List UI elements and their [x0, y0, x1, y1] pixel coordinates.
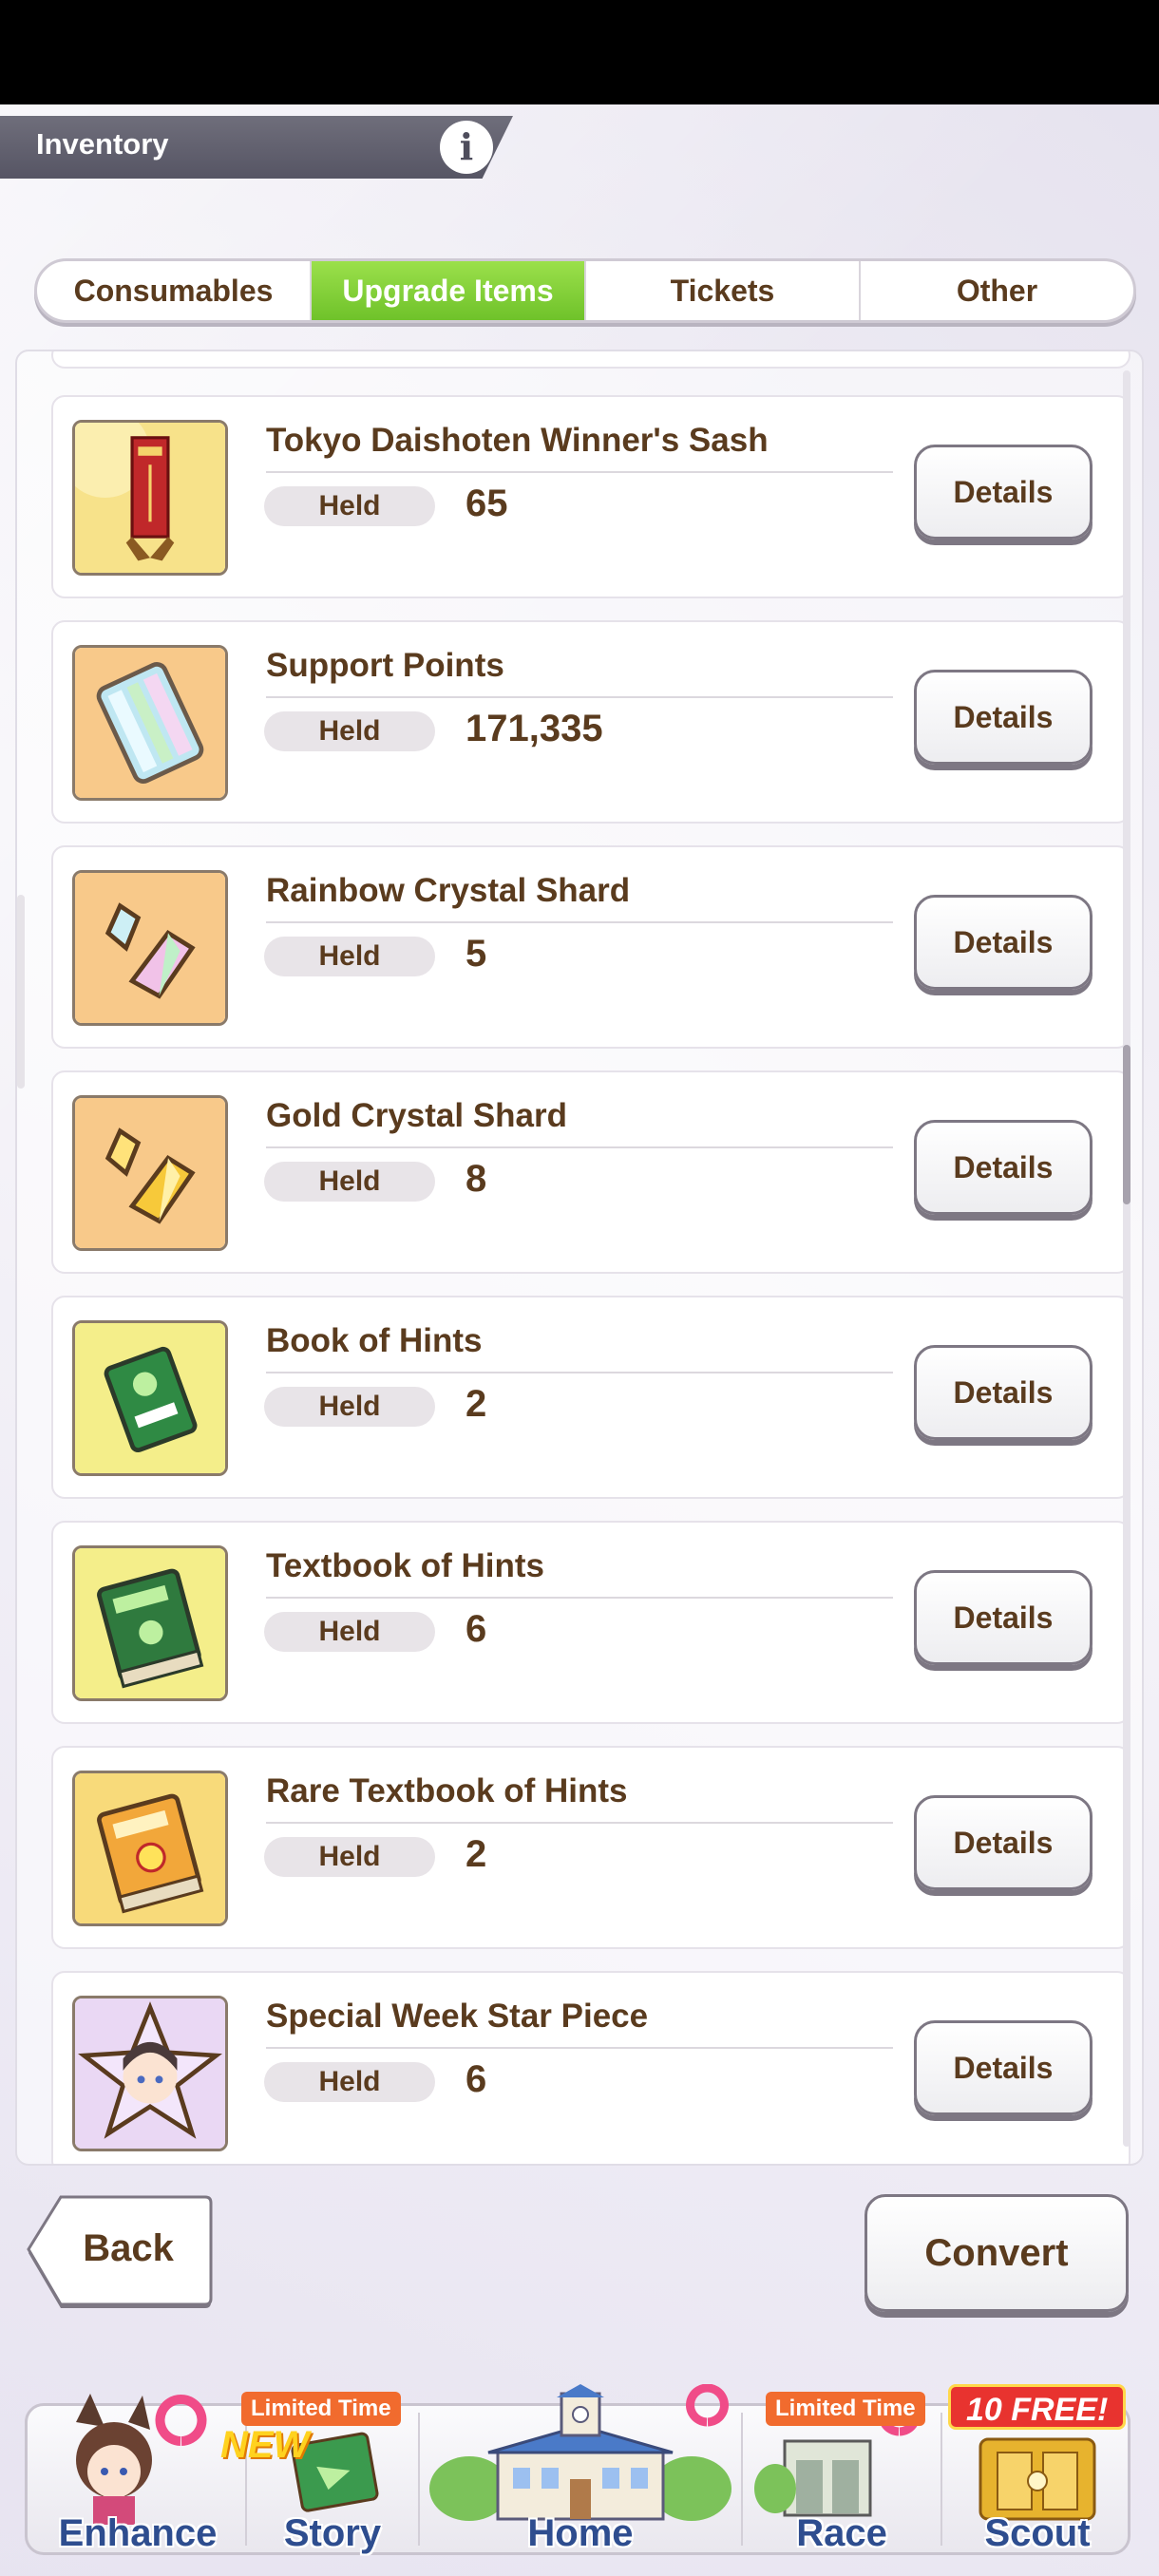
- new-badge: NEW: [220, 2424, 310, 2466]
- held-count: 65: [466, 483, 508, 524]
- nav-home-label: Home: [527, 2512, 634, 2554]
- divider: [266, 1372, 893, 1373]
- held-label: Held: [264, 1837, 435, 1877]
- list-item: Textbook of Hints Held 6 Details: [51, 1521, 1130, 1724]
- nav-divider: [418, 2413, 420, 2546]
- category-tabs: Consumables Upgrade Items Tickets Other: [34, 258, 1136, 323]
- list-item: Tokyo Daishoten Winner's Sash Held 65 De…: [51, 395, 1130, 598]
- held-count: 6: [466, 1608, 487, 1650]
- tab-upgrade-items[interactable]: Upgrade Items: [312, 261, 586, 320]
- convert-button[interactable]: Convert: [864, 2194, 1129, 2312]
- star-piece-icon: [72, 1996, 228, 2151]
- list-item: Rainbow Crystal Shard Held 5 Details: [51, 845, 1130, 1049]
- list-item-partial: [51, 351, 1130, 369]
- details-button[interactable]: Details: [914, 1570, 1092, 1665]
- list-item: Rare Textbook of Hints Held 2 Details: [51, 1746, 1130, 1949]
- list-item: Support Points Held 171,335 Details: [51, 620, 1130, 824]
- free-scout-badge: 10 FREE!: [948, 2384, 1127, 2430]
- scrollbar-track[interactable]: [1123, 370, 1130, 2147]
- held-count: 6: [466, 2058, 487, 2100]
- held-label: Held: [264, 2062, 435, 2102]
- item-name: Book of Hints: [266, 1322, 483, 1359]
- divider: [266, 1597, 893, 1599]
- list-item: Book of Hints Held 2 Details: [51, 1296, 1130, 1499]
- nav-enhance[interactable]: Enhance: [38, 2384, 238, 2565]
- details-button[interactable]: Details: [914, 670, 1092, 765]
- held-label: Held: [264, 1162, 435, 1202]
- list-item: Special Week Star Piece Held 6 Details: [51, 1971, 1130, 2164]
- nav-race-label: Race: [796, 2512, 887, 2554]
- held-label: Held: [264, 711, 435, 751]
- held-count: 2: [466, 1833, 487, 1875]
- status-bar: [0, 0, 1159, 104]
- held-count: 5: [466, 933, 487, 975]
- held-count: 8: [466, 1158, 487, 1200]
- details-button[interactable]: Details: [914, 1120, 1092, 1215]
- held-label: Held: [264, 486, 435, 526]
- nav-story[interactable]: Limited Time NEW Story: [220, 2384, 416, 2565]
- nav-story-label: Story: [283, 2512, 382, 2554]
- rare-textbook-icon: [72, 1771, 228, 1926]
- enhance-character-icon: [76, 2394, 207, 2525]
- held-count: 2: [466, 1383, 487, 1425]
- sash-icon: [72, 420, 228, 576]
- divider: [266, 471, 893, 473]
- item-name: Special Week Star Piece: [266, 1998, 649, 2035]
- divider: [266, 921, 893, 923]
- home-building-icon: [429, 2384, 732, 2521]
- item-name: Textbook of Hints: [266, 1547, 544, 1584]
- info-button[interactable]: i: [440, 121, 493, 174]
- details-button[interactable]: Details: [914, 2020, 1092, 2115]
- rainbow-crystal-icon: [72, 870, 228, 1026]
- held-label: Held: [264, 1387, 435, 1427]
- nav-divider: [741, 2413, 743, 2546]
- item-list[interactable]: Tokyo Daishoten Winner's Sash Held 65 De…: [15, 350, 1144, 2166]
- item-name: Tokyo Daishoten Winner's Sash: [266, 422, 769, 459]
- list-item: Gold Crystal Shard Held 8 Details: [51, 1070, 1130, 1274]
- details-button[interactable]: Details: [914, 1345, 1092, 1440]
- tab-consumables[interactable]: Consumables: [37, 261, 312, 320]
- held-count: 171,335: [466, 708, 603, 749]
- limited-time-badge: Limited Time: [241, 2392, 401, 2426]
- details-button[interactable]: Details: [914, 895, 1092, 990]
- nav-race[interactable]: Limited Time Race: [747, 2384, 937, 2565]
- item-name: Rare Textbook of Hints: [266, 1772, 628, 1809]
- textbook-of-hints-icon: [72, 1545, 228, 1701]
- support-points-icon: [72, 645, 228, 801]
- divider: [266, 696, 893, 698]
- held-label: Held: [264, 1612, 435, 1652]
- book-of-hints-icon: [72, 1320, 228, 1476]
- details-button[interactable]: Details: [914, 1795, 1092, 1890]
- gold-crystal-icon: [72, 1095, 228, 1251]
- scrollbar-thumb[interactable]: [1123, 1045, 1130, 1204]
- nav-divider: [940, 2413, 942, 2546]
- held-label: Held: [264, 937, 435, 976]
- item-name: Support Points: [266, 647, 504, 684]
- limited-time-badge: Limited Time: [766, 2392, 925, 2426]
- nav-scout[interactable]: 10 FREE! Scout: [944, 2384, 1130, 2565]
- divider: [266, 1822, 893, 1824]
- page-title: Inventory: [36, 127, 169, 161]
- details-button[interactable]: Details: [914, 445, 1092, 540]
- tab-other[interactable]: Other: [861, 261, 1133, 320]
- tab-tickets[interactable]: Tickets: [586, 261, 861, 320]
- back-button-label: Back: [83, 2227, 174, 2269]
- nav-home[interactable]: Home: [422, 2384, 739, 2565]
- divider: [266, 1146, 893, 1148]
- divider: [266, 2047, 893, 2049]
- item-name: Rainbow Crystal Shard: [266, 872, 631, 909]
- item-name: Gold Crystal Shard: [266, 1097, 568, 1134]
- nav-enhance-label: Enhance: [58, 2512, 218, 2554]
- nav-scout-label: Scout: [984, 2512, 1091, 2554]
